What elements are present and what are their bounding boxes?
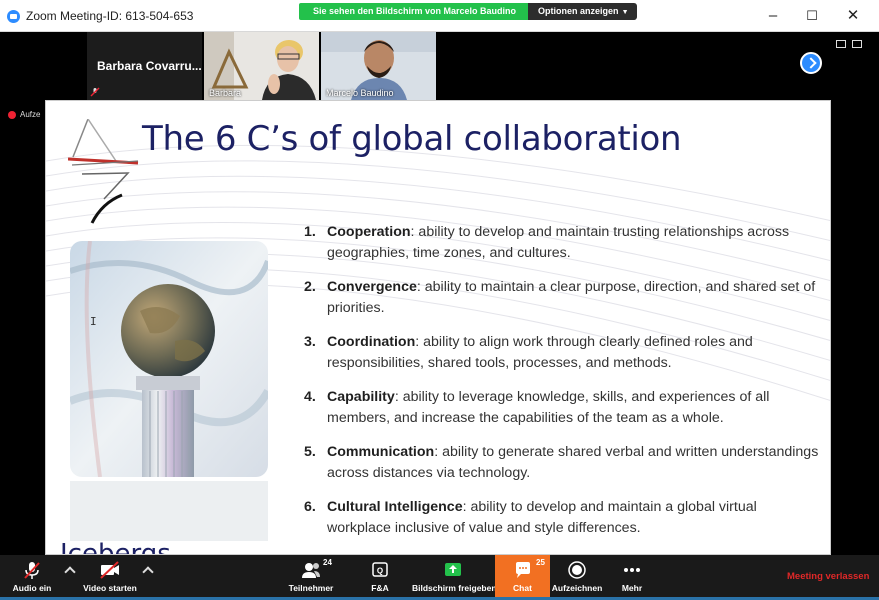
share-banner: Sie sehen den Bildschirm von Marcelo Bau…: [299, 3, 637, 20]
share-screen-button[interactable]: Bildschirm freigeben: [412, 555, 497, 600]
image-reflection: [70, 481, 268, 541]
item-number: 5.: [304, 444, 316, 460]
qa-icon: Q: [372, 562, 388, 577]
participant-name: Marcelo Baudino: [326, 88, 394, 98]
item-number: 6.: [304, 499, 316, 515]
speaker-view-icon[interactable]: [836, 40, 846, 48]
record-icon: [568, 561, 586, 579]
chat-icon: [515, 562, 530, 578]
muted-mic-icon: [90, 87, 100, 97]
collaboration-list: 1. Cooperation: ability to develop and m…: [304, 222, 824, 552]
list-item: 1. Cooperation: ability to develop and m…: [304, 222, 824, 264]
view-options-label: Optionen anzeigen: [538, 6, 619, 16]
next-slide-heading: Icebergs: [60, 539, 171, 555]
list-item: 3. Coordination: ability to align work t…: [304, 332, 824, 374]
video-off-icon: [100, 561, 119, 579]
video-tile[interactable]: Barbara Covarru...: [87, 32, 202, 100]
record-dot-icon: [8, 110, 16, 119]
audio-options-chevron-icon[interactable]: [64, 566, 76, 578]
item-term: Cooperation: [327, 224, 411, 240]
share-screen-label: Bildschirm freigeben: [412, 583, 497, 593]
maximize-button[interactable]: ☐: [797, 6, 827, 26]
globe-pillar-image: [70, 241, 268, 477]
qa-button[interactable]: Q F&A: [362, 555, 398, 600]
text-cursor-icon: I: [90, 315, 97, 328]
item-term: Capability: [327, 389, 395, 405]
list-item: 4. Capability: ability to leverage knowl…: [304, 387, 824, 429]
item-term: Convergence: [327, 279, 417, 295]
item-term: Communication: [327, 444, 435, 460]
item-term: Cultural Intelligence: [327, 499, 463, 515]
video-options-chevron-icon[interactable]: [142, 566, 154, 578]
participant-name: Barbara Covarru...: [97, 59, 202, 73]
list-item: 5. Communication: ability to generate sh…: [304, 442, 824, 484]
list-item: 2. Convergence: ability to maintain a cl…: [304, 277, 824, 319]
next-page-button[interactable]: [800, 52, 822, 74]
more-button[interactable]: Mehr: [616, 555, 648, 600]
meeting-toolbar: Audio ein Video starten Teilnehmer 24 Q …: [0, 555, 879, 600]
participants-icon: [302, 563, 320, 578]
chevron-down-icon: ▼: [621, 9, 629, 16]
item-number: 2.: [304, 279, 316, 295]
chat-count: 25: [536, 558, 545, 567]
record-label: Aufzeichnen: [551, 583, 603, 593]
leave-meeting-button[interactable]: Meeting verlassen: [787, 571, 869, 582]
qa-label: F&A: [371, 583, 389, 593]
share-screen-icon: [445, 563, 461, 576]
item-number: 4.: [304, 389, 316, 405]
video-tile[interactable]: Barbara: [204, 32, 319, 100]
muted-mic-icon: [24, 562, 40, 579]
video-gallery: Barbara Covarru... Barbara Marcelo Baudi…: [87, 32, 436, 100]
share-banner-text: Sie sehen den Bildschirm von Marcelo Bau…: [299, 3, 529, 20]
close-button[interactable]: ✕: [838, 6, 868, 26]
participants-label: Teilnehmer: [288, 583, 334, 593]
slide-title: The 6 C’s of global collaboration: [142, 119, 682, 159]
company-logo: [68, 119, 139, 224]
more-label: Mehr: [621, 583, 643, 593]
video-tile[interactable]: Marcelo Baudino: [321, 32, 436, 100]
recording-indicator: Aufze: [8, 110, 40, 119]
svg-text:Q: Q: [377, 567, 383, 576]
video-button[interactable]: Video starten: [82, 555, 138, 600]
item-number: 1.: [304, 224, 316, 240]
recording-label: Aufze: [20, 110, 41, 119]
audio-label: Audio ein: [12, 583, 52, 593]
video-label: Video starten: [83, 583, 137, 593]
item-term: Coordination: [327, 334, 416, 350]
zoom-logo-icon: [7, 10, 20, 23]
title-bar: Zoom Meeting-ID: 613-504-653 Sie sehen d…: [0, 0, 879, 32]
participants-count: 24: [323, 558, 332, 567]
chat-label: Chat: [513, 583, 532, 593]
record-button[interactable]: Aufzeichnen: [551, 555, 603, 600]
more-icon: [624, 568, 640, 572]
minimize-button[interactable]: –: [758, 6, 788, 26]
audio-button[interactable]: Audio ein: [8, 555, 56, 600]
fullscreen-icon[interactable]: [852, 40, 862, 48]
view-options-button[interactable]: Optionen anzeigen ▼: [528, 3, 637, 20]
view-controls: [836, 40, 862, 48]
shared-slide: The 6 C’s of global collaboration I 1. C…: [45, 100, 831, 555]
participant-name: Barbara: [209, 88, 242, 98]
item-number: 3.: [304, 334, 316, 350]
list-item: 6. Cultural Intelligence: ability to dev…: [304, 497, 824, 539]
window-title: Zoom Meeting-ID: 613-504-653: [26, 9, 194, 23]
